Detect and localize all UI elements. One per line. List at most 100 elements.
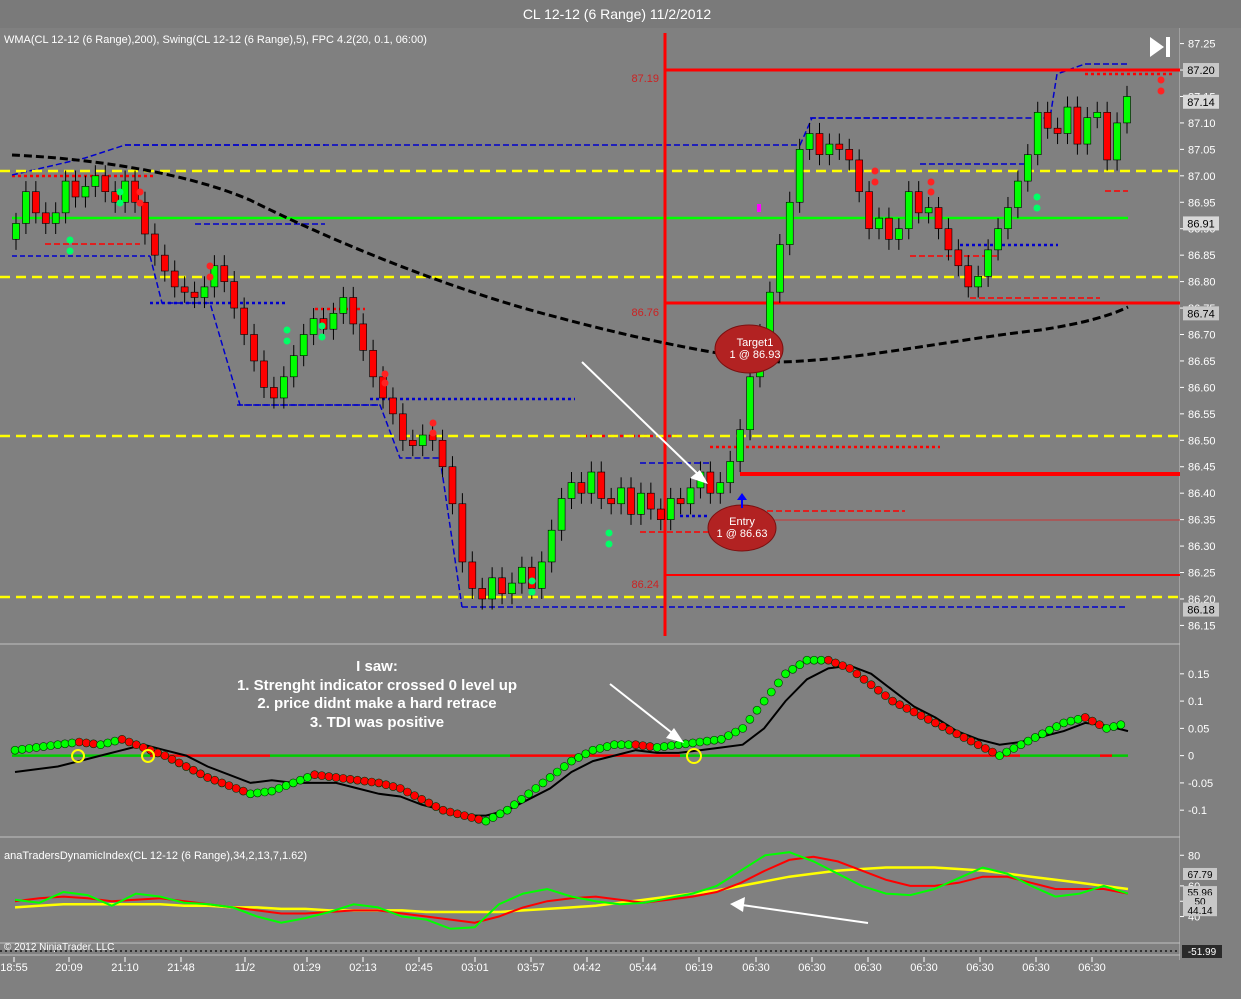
candle-up — [488, 577, 496, 600]
candle-down — [32, 191, 40, 214]
x-tick-label: 06:19 — [685, 962, 713, 974]
swing-dot-green — [1033, 193, 1041, 201]
candle-down — [934, 207, 943, 230]
candle-up — [984, 249, 992, 277]
candle-up — [329, 313, 338, 330]
strength-dot-down — [203, 773, 212, 782]
strength-dot-up — [652, 743, 662, 752]
candle-up — [567, 482, 576, 499]
strength-dot-up — [802, 655, 812, 665]
swing-dot-green — [605, 540, 613, 548]
candle-down — [954, 249, 963, 267]
candle-up — [518, 566, 526, 584]
strength-dot-up — [538, 778, 548, 788]
strength-dot-down — [931, 718, 940, 728]
strength-dot-down — [945, 725, 954, 735]
strength-dot-down — [966, 736, 976, 746]
candle-up — [805, 133, 814, 150]
strength-dot-up — [731, 727, 740, 737]
candle-up — [1113, 122, 1121, 161]
strength-dot-down — [938, 722, 947, 731]
strength-dot-down — [82, 738, 91, 748]
price-tick-label: 87.05 — [1188, 144, 1216, 156]
strength-dot-down — [909, 707, 919, 717]
candle-down — [270, 387, 278, 399]
candle-up — [666, 498, 675, 520]
candle-up — [776, 244, 784, 293]
price-tick-label: 87.00 — [1188, 171, 1216, 183]
swing-dot-red — [136, 199, 144, 207]
swing-dot-red — [927, 188, 935, 196]
candle-up — [537, 561, 546, 589]
x-tick-label: 01:29 — [293, 962, 321, 974]
x-tick-label: 20:09 — [55, 962, 83, 974]
strength-dot-down — [346, 774, 355, 784]
strength-dot-up — [1030, 733, 1040, 742]
strength-dot-up — [60, 739, 70, 749]
strength-tick-label: -0.05 — [1188, 778, 1213, 790]
candle-down — [964, 265, 973, 288]
candle-up — [81, 186, 90, 198]
strength-dot-down — [453, 809, 462, 819]
strength-dot-up — [510, 800, 519, 810]
target-label: Target1 — [737, 337, 774, 349]
strength-dot-up — [602, 742, 612, 751]
target-price: 1 @ 86.93 — [730, 349, 781, 361]
tdi-badge: 44.14 — [1187, 906, 1212, 917]
x-tick-label: 06:30 — [966, 962, 994, 974]
x-tick-label: 06:30 — [742, 962, 770, 974]
strength-dot-down — [388, 782, 398, 791]
candle-down — [1043, 112, 1052, 129]
strength-dot-down — [74, 737, 84, 747]
strength-dot-down — [460, 811, 469, 820]
candle-up — [91, 175, 100, 187]
swing-dot-red — [927, 178, 935, 186]
strength-dot-up — [1009, 744, 1019, 753]
candle-down — [101, 175, 110, 192]
strength-dot-down — [317, 771, 327, 780]
strength-dot-up — [1073, 714, 1083, 724]
candle-down — [220, 265, 229, 282]
level-label-87.19: 87.19 — [631, 73, 659, 85]
candle-down — [914, 191, 923, 214]
candle-down — [408, 439, 417, 446]
x-tick-label: 06:30 — [1078, 962, 1106, 974]
candle-up — [895, 228, 903, 240]
price-tick-label: 86.25 — [1188, 568, 1216, 580]
candle-up — [617, 487, 625, 505]
strength-dot-up — [53, 740, 63, 750]
candle-up — [736, 429, 744, 462]
candle-down — [944, 228, 953, 251]
strength-dot-up — [667, 741, 676, 750]
candle-up — [1004, 207, 1012, 230]
strength-dot-up — [688, 738, 698, 748]
strength-dot-up — [724, 731, 733, 740]
strength-dot-up — [24, 744, 34, 753]
strength-dot-up — [39, 742, 48, 751]
strength-dot-down — [638, 741, 648, 750]
strength-dot-down — [873, 685, 883, 695]
strength-dot-down — [474, 814, 484, 824]
candle-down — [676, 498, 685, 505]
strength-dot-down — [824, 655, 833, 665]
swing-dot-red — [381, 370, 389, 378]
candle-up — [61, 180, 70, 214]
strength-dot-down — [973, 740, 983, 750]
price-badge: 86.74 — [1187, 308, 1215, 320]
x-tick-label: 21:10 — [111, 962, 139, 974]
swing-dot-red — [429, 419, 437, 427]
candle-down — [170, 270, 179, 288]
price-badge: 87.14 — [1187, 97, 1215, 109]
x-tick-label: 06:30 — [854, 962, 882, 974]
price-tick-label: 87.25 — [1188, 39, 1216, 51]
strength-dot-down — [224, 781, 234, 790]
candle-down — [448, 466, 457, 505]
strength-dot-up — [567, 756, 576, 766]
candle-up — [785, 201, 794, 245]
strength-dot-down — [131, 740, 141, 750]
candle-down — [190, 291, 199, 298]
strength-dot-down — [181, 762, 191, 771]
strength-dot-up — [488, 813, 498, 822]
window-title: CL 12-12 (6 Range) 11/2/2012 — [523, 6, 712, 22]
strength-tick-label: -0.1 — [1188, 805, 1207, 817]
